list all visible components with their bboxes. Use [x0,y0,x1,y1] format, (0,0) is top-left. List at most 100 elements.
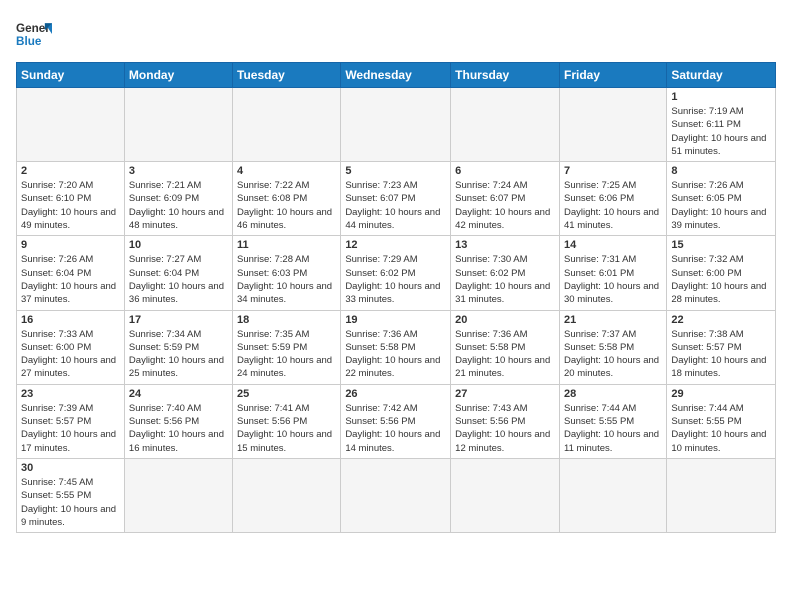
day-number: 26 [345,388,446,400]
calendar-cell [341,88,451,162]
calendar-cell: 26 Sunrise: 7:42 AM Sunset: 5:56 PM Dayli… [341,384,451,458]
calendar-cell: 19 Sunrise: 7:36 AM Sunset: 5:58 PM Dayli… [341,310,451,384]
calendar-cell [124,458,232,532]
day-number: 1 [671,91,771,103]
day-number: 20 [455,314,555,326]
day-info: Sunrise: 7:32 AM Sunset: 6:00 PM Dayligh… [671,253,771,306]
day-info: Sunrise: 7:35 AM Sunset: 5:59 PM Dayligh… [237,328,336,381]
day-info: Sunrise: 7:40 AM Sunset: 5:56 PM Dayligh… [129,402,228,455]
day-info: Sunrise: 7:45 AM Sunset: 5:55 PM Dayligh… [21,476,120,529]
calendar-week-5: 23 Sunrise: 7:39 AM Sunset: 5:57 PM Dayli… [17,384,776,458]
day-number: 28 [564,388,662,400]
day-info: Sunrise: 7:29 AM Sunset: 6:02 PM Dayligh… [345,253,446,306]
day-info: Sunrise: 7:24 AM Sunset: 6:07 PM Dayligh… [455,179,555,232]
day-info: Sunrise: 7:37 AM Sunset: 5:58 PM Dayligh… [564,328,662,381]
calendar-cell [559,88,666,162]
generalblue-logo-icon: General Blue [16,16,52,52]
calendar-cell [233,458,341,532]
day-info: Sunrise: 7:36 AM Sunset: 5:58 PM Dayligh… [345,328,446,381]
calendar-cell: 10Sunrise: 7:27 AM Sunset: 6:04 PM Dayli… [124,236,232,310]
calendar-cell: 30 Sunrise: 7:45 AM Sunset: 5:55 PM Dayli… [17,458,125,532]
day-number: 9 [21,239,120,251]
day-info: Sunrise: 7:25 AM Sunset: 6:06 PM Dayligh… [564,179,662,232]
day-number: 12 [345,239,446,251]
day-number: 6 [455,165,555,177]
calendar-cell: 9 Sunrise: 7:26 AM Sunset: 6:04 PM Daylig… [17,236,125,310]
calendar-week-3: 9 Sunrise: 7:26 AM Sunset: 6:04 PM Daylig… [17,236,776,310]
day-number: 14 [564,239,662,251]
calendar-cell: 8Sunrise: 7:26 AM Sunset: 6:05 PM Daylig… [667,162,776,236]
day-number: 3 [129,165,228,177]
calendar-week-2: 2 Sunrise: 7:20 AM Sunset: 6:10 PM Daylig… [17,162,776,236]
day-info: Sunrise: 7:26 AM Sunset: 6:04 PM Dayligh… [21,253,120,306]
day-number: 17 [129,314,228,326]
day-info: Sunrise: 7:22 AM Sunset: 6:08 PM Dayligh… [237,179,336,232]
day-number: 13 [455,239,555,251]
calendar-cell: 17Sunrise: 7:34 AM Sunset: 5:59 PM Dayli… [124,310,232,384]
calendar-cell: 24 Sunrise: 7:40 AM Sunset: 5:56 PM Dayli… [124,384,232,458]
calendar-cell: 11 Sunrise: 7:28 AM Sunset: 6:03 PM Dayli… [233,236,341,310]
day-number: 11 [237,239,336,251]
calendar-week-4: 16 Sunrise: 7:33 AM Sunset: 6:00 PM Dayli… [17,310,776,384]
day-info: Sunrise: 7:44 AM Sunset: 5:55 PM Dayligh… [671,402,771,455]
day-number: 27 [455,388,555,400]
day-info: Sunrise: 7:20 AM Sunset: 6:10 PM Dayligh… [21,179,120,232]
calendar-cell [451,88,560,162]
calendar-cell: 5 Sunrise: 7:23 AM Sunset: 6:07 PM Daylig… [341,162,451,236]
calendar-cell: 23 Sunrise: 7:39 AM Sunset: 5:57 PM Dayli… [17,384,125,458]
calendar-cell: 22 Sunrise: 7:38 AM Sunset: 5:57 PM Dayli… [667,310,776,384]
weekday-header-sunday: Sunday [17,63,125,88]
calendar-cell [124,88,232,162]
header: General Blue [16,16,776,52]
calendar-cell: 20 Sunrise: 7:36 AM Sunset: 5:58 PM Dayli… [451,310,560,384]
day-info: Sunrise: 7:39 AM Sunset: 5:57 PM Dayligh… [21,402,120,455]
day-number: 23 [21,388,120,400]
calendar-cell [233,88,341,162]
day-info: Sunrise: 7:33 AM Sunset: 6:00 PM Dayligh… [21,328,120,381]
day-number: 5 [345,165,446,177]
day-number: 10 [129,239,228,251]
calendar-cell: 12 Sunrise: 7:29 AM Sunset: 6:02 PM Dayli… [341,236,451,310]
day-info: Sunrise: 7:44 AM Sunset: 5:55 PM Dayligh… [564,402,662,455]
calendar-cell: 29Sunrise: 7:44 AM Sunset: 5:55 PM Dayli… [667,384,776,458]
day-number: 24 [129,388,228,400]
calendar-cell: 15 Sunrise: 7:32 AM Sunset: 6:00 PM Dayli… [667,236,776,310]
calendar-week-1: 1 Sunrise: 7:19 AM Sunset: 6:11 PM Daylig… [17,88,776,162]
day-info: Sunrise: 7:38 AM Sunset: 5:57 PM Dayligh… [671,328,771,381]
day-number: 2 [21,165,120,177]
day-number: 22 [671,314,771,326]
day-info: Sunrise: 7:31 AM Sunset: 6:01 PM Dayligh… [564,253,662,306]
day-info: Sunrise: 7:42 AM Sunset: 5:56 PM Dayligh… [345,402,446,455]
day-info: Sunrise: 7:36 AM Sunset: 5:58 PM Dayligh… [455,328,555,381]
logo: General Blue [16,16,52,52]
day-number: 15 [671,239,771,251]
day-info: Sunrise: 7:43 AM Sunset: 5:56 PM Dayligh… [455,402,555,455]
calendar-week-6: 30 Sunrise: 7:45 AM Sunset: 5:55 PM Dayli… [17,458,776,532]
day-info: Sunrise: 7:41 AM Sunset: 5:56 PM Dayligh… [237,402,336,455]
day-info: Sunrise: 7:19 AM Sunset: 6:11 PM Dayligh… [671,105,771,158]
calendar-cell: 25 Sunrise: 7:41 AM Sunset: 5:56 PM Dayli… [233,384,341,458]
weekday-header-tuesday: Tuesday [233,63,341,88]
day-info: Sunrise: 7:28 AM Sunset: 6:03 PM Dayligh… [237,253,336,306]
day-number: 16 [21,314,120,326]
weekday-header-friday: Friday [559,63,666,88]
day-number: 4 [237,165,336,177]
calendar-cell: 1 Sunrise: 7:19 AM Sunset: 6:11 PM Daylig… [667,88,776,162]
calendar-cell: 21 Sunrise: 7:37 AM Sunset: 5:58 PM Dayli… [559,310,666,384]
day-number: 21 [564,314,662,326]
day-number: 30 [21,462,120,474]
day-number: 19 [345,314,446,326]
calendar-cell [559,458,666,532]
calendar-cell: 16 Sunrise: 7:33 AM Sunset: 6:00 PM Dayli… [17,310,125,384]
calendar-cell: 18Sunrise: 7:35 AM Sunset: 5:59 PM Dayli… [233,310,341,384]
calendar-cell [17,88,125,162]
day-info: Sunrise: 7:23 AM Sunset: 6:07 PM Dayligh… [345,179,446,232]
calendar-cell: 4 Sunrise: 7:22 AM Sunset: 6:08 PM Daylig… [233,162,341,236]
weekday-header-wednesday: Wednesday [341,63,451,88]
day-info: Sunrise: 7:21 AM Sunset: 6:09 PM Dayligh… [129,179,228,232]
calendar-cell [667,458,776,532]
day-number: 7 [564,165,662,177]
page: General Blue SundayMondayTuesdayWednesda… [0,0,792,612]
weekday-header-thursday: Thursday [451,63,560,88]
day-number: 25 [237,388,336,400]
